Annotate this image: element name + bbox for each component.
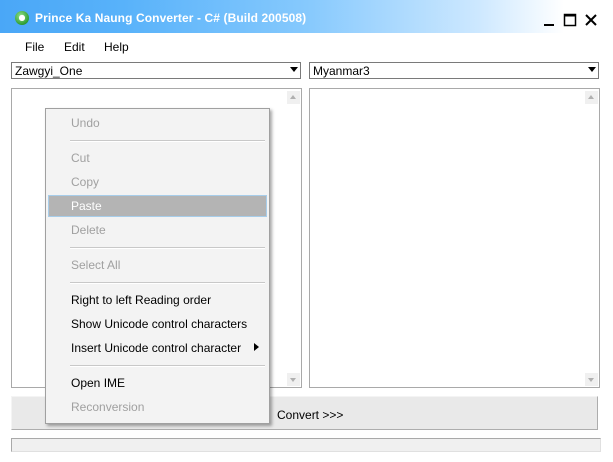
menu-item-label: Paste (71, 199, 102, 213)
menu-item-label: Show Unicode control characters (71, 317, 248, 331)
menu-item-rtl-reading-order[interactable]: Right to left Reading order (48, 289, 267, 311)
minimize-icon[interactable] (541, 12, 557, 28)
menu-item-label: Cut (71, 151, 90, 165)
menu-item-label: Copy (71, 175, 100, 189)
menu-item-cut[interactable]: Cut (48, 147, 267, 169)
menu-bar: File Edit Help (0, 35, 613, 57)
menu-item-copy[interactable]: Copy (48, 171, 267, 193)
chevron-down-icon[interactable] (588, 67, 596, 72)
scroll-down-icon[interactable] (585, 373, 598, 386)
source-font-value: Zawgyi_One (15, 64, 83, 78)
target-textarea[interactable] (309, 88, 600, 388)
menu-item-label: Undo (71, 116, 100, 130)
submenu-arrow-icon (254, 343, 259, 351)
target-font-select[interactable]: Myanmar3 (309, 62, 599, 79)
menu-edit[interactable]: Edit (64, 40, 85, 54)
maximize-icon[interactable] (562, 12, 578, 28)
scroll-up-icon[interactable] (287, 91, 300, 104)
menu-item-label: Delete (71, 223, 106, 237)
convert-label: Convert >>> (277, 408, 344, 422)
menu-separator (70, 247, 265, 249)
menu-item-label: Open IME (71, 376, 126, 390)
window-title: Prince Ka Naung Converter - C# (Build 20… (35, 11, 307, 25)
menu-item-reconversion[interactable]: Reconversion (48, 396, 267, 418)
title-bar[interactable]: ● Prince Ka Naung Converter - C# (Build … (0, 0, 613, 33)
app-logo-icon: ● (15, 11, 29, 25)
menu-separator (70, 140, 265, 142)
menu-item-paste[interactable]: Paste (48, 195, 267, 217)
menu-item-select-all[interactable]: Select All (48, 254, 267, 276)
menu-item-label: Reconversion (71, 400, 145, 414)
source-font-select[interactable]: Zawgyi_One (11, 62, 301, 79)
menu-item-label: Select All (71, 258, 121, 272)
menu-item-show-unicode-control[interactable]: Show Unicode control characters (48, 313, 267, 335)
status-bar (11, 438, 601, 452)
context-menu: Undo Cut Copy Paste Delete Select All Ri… (45, 108, 270, 424)
menu-help[interactable]: Help (104, 40, 129, 54)
chevron-down-icon[interactable] (290, 67, 298, 72)
menu-item-label: Right to left Reading order (71, 293, 212, 307)
menu-separator (70, 365, 265, 367)
close-icon[interactable] (583, 12, 599, 28)
menu-item-insert-unicode-control[interactable]: Insert Unicode control character (48, 337, 267, 359)
menu-item-undo[interactable]: Undo (48, 112, 267, 134)
target-font-value: Myanmar3 (313, 64, 370, 78)
menu-item-label: Insert Unicode control character (71, 341, 242, 355)
menu-separator (70, 282, 265, 284)
menu-item-delete[interactable]: Delete (48, 219, 267, 241)
scroll-down-icon[interactable] (287, 373, 300, 386)
menu-item-open-ime[interactable]: Open IME (48, 372, 267, 394)
menu-file[interactable]: File (25, 40, 44, 54)
scroll-up-icon[interactable] (585, 91, 598, 104)
